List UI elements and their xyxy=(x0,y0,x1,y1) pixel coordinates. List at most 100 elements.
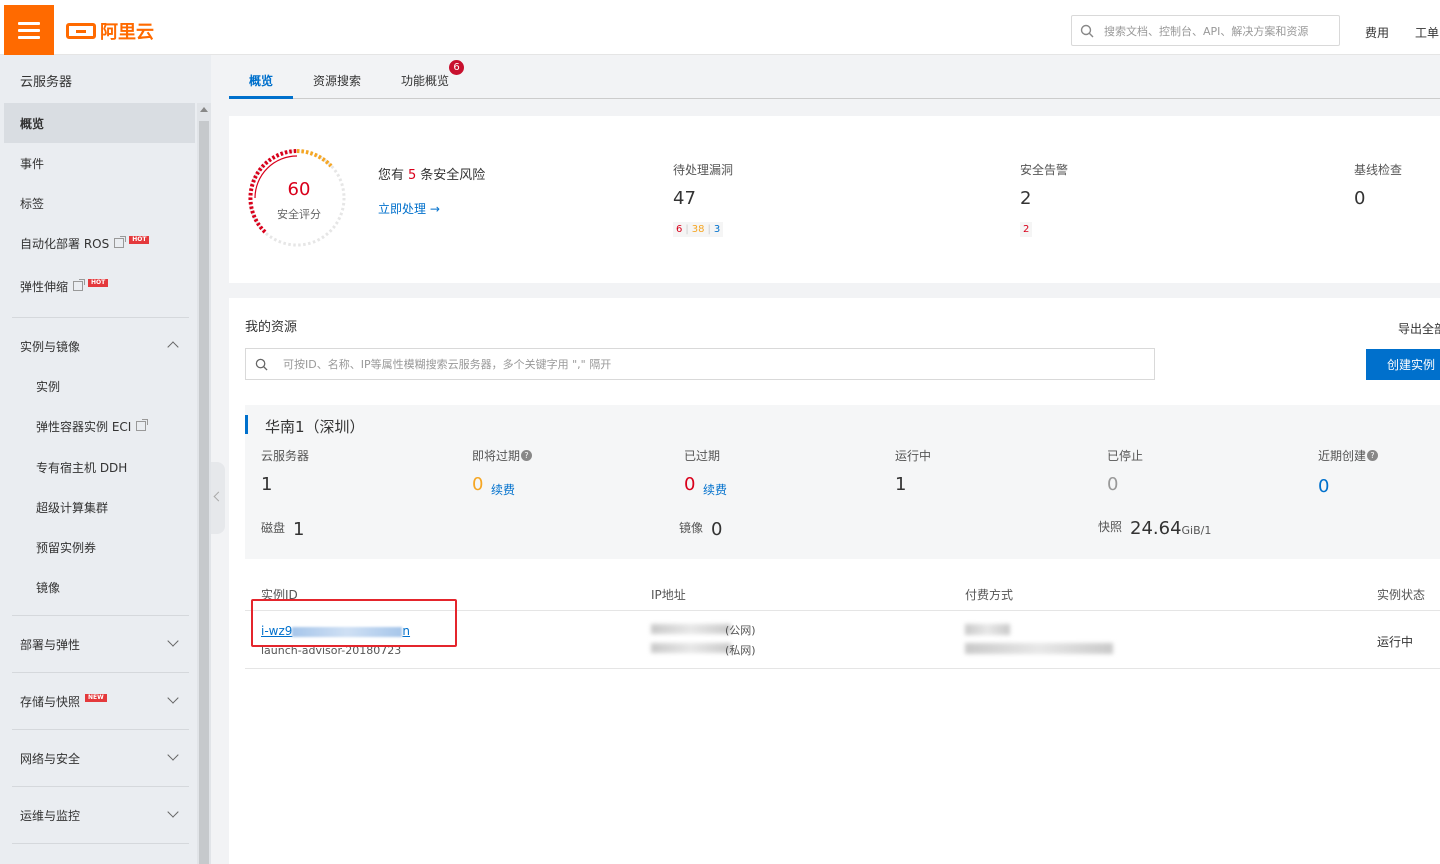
vuln-value[interactable]: 47 xyxy=(673,188,696,209)
hamburger-menu-icon[interactable] xyxy=(4,5,54,55)
sidebar-item-tags[interactable]: 标签 xyxy=(4,183,195,223)
sidebar-item-reserved[interactable]: 预留实例券 xyxy=(4,527,195,567)
sidebar-item-label: 专有宿主机 DDH xyxy=(36,460,128,475)
sidebar-item-autoscaling[interactable]: 弹性伸缩 HOT xyxy=(4,266,195,306)
sidebar-item-label: 事件 xyxy=(20,156,45,171)
sidebar-group-label: 运维与监控 xyxy=(20,808,81,823)
sidebar-scrollbar[interactable] xyxy=(197,103,211,864)
sidebar-item-events[interactable]: 事件 xyxy=(4,143,195,183)
risk-prefix: 您有 xyxy=(378,168,405,183)
sidebar-item-label: 预留实例券 xyxy=(36,540,97,555)
chevron-down-icon xyxy=(167,749,179,761)
active-tab-indicator xyxy=(229,96,293,99)
stopped-count[interactable]: 0 xyxy=(1107,474,1118,495)
vuln-label: 待处理漏洞 xyxy=(673,163,734,177)
new-badge: NEW xyxy=(85,694,107,702)
sidebar-item-supercomputing[interactable]: 超级计算集群 xyxy=(4,487,195,527)
sidebar-group-label: 部署与弹性 xyxy=(20,637,81,652)
alert-high[interactable]: 2 xyxy=(1023,224,1029,235)
handle-now-label: 立即处理 xyxy=(378,202,427,216)
expired-label: 已过期 xyxy=(684,449,721,463)
col-ip-address: IP地址 xyxy=(651,588,686,602)
sidebar-group-instances[interactable]: 实例与镜像 xyxy=(4,326,195,366)
running-count[interactable]: 1 xyxy=(895,474,906,495)
sidebar-group-deploy[interactable]: 部署与弹性 xyxy=(4,624,195,664)
expiring-label: 即将过期 xyxy=(472,449,521,463)
stopped-label: 已停止 xyxy=(1107,449,1144,463)
aliyun-logo[interactable]: 阿里云 xyxy=(66,18,154,44)
alert-value[interactable]: 2 xyxy=(1020,188,1031,209)
servers-count[interactable]: 1 xyxy=(261,474,272,495)
recent-count[interactable]: 0 xyxy=(1318,476,1329,497)
renew-expiring-link[interactable]: 续费 xyxy=(491,481,515,498)
sidebar-group-network[interactable]: 网络与安全 xyxy=(4,738,195,778)
private-ip-suffix: (私网) xyxy=(725,644,756,657)
external-link-icon xyxy=(136,419,149,431)
sidebar-item-instance[interactable]: 实例 xyxy=(4,366,195,406)
sidebar-item-images[interactable]: 镜像 xyxy=(4,567,195,607)
vuln-low[interactable]: 3 xyxy=(714,224,720,235)
sidebar-item-label: 超级计算集群 xyxy=(36,500,109,515)
alert-label: 安全告警 xyxy=(1020,163,1069,177)
region-accent-bar xyxy=(245,415,248,434)
top-link-ticket[interactable]: 工单 xyxy=(1415,24,1439,41)
sidebar-item-ddh[interactable]: 专有宿主机 DDH xyxy=(4,447,195,487)
sidebar-item-eci[interactable]: 弹性容器实例 ECI xyxy=(4,406,195,446)
snapshot-unit: GiB/1 xyxy=(1181,524,1212,537)
resources-panel: 我的资源 导出全部 可按ID、名称、IP等属性模糊搜索云服务器，多个关键字用 "… xyxy=(229,298,1440,864)
external-link-icon xyxy=(114,236,127,248)
sidebar-group-label: 实例与镜像 xyxy=(20,339,81,354)
sidebar-group-storage[interactable]: 存储与快照 NEW xyxy=(4,681,195,721)
chevron-up-icon xyxy=(167,341,179,353)
sidebar-collapse-handle[interactable] xyxy=(211,462,225,534)
vuln-medium[interactable]: 38 xyxy=(692,224,705,235)
image-label: 镜像 xyxy=(679,521,704,535)
sidebar-divider xyxy=(12,615,189,616)
chevron-down-icon xyxy=(167,806,179,818)
tab-overview[interactable]: 概览 xyxy=(249,72,273,89)
recent-label-group: 近期创建? xyxy=(1318,447,1379,464)
expiring-count[interactable]: 0 xyxy=(472,474,483,495)
vuln-breakdown: 6 | 38 | 3 xyxy=(673,222,724,237)
sidebar-item-ros[interactable]: 自动化部署 ROS HOT xyxy=(4,223,195,263)
scrollbar-thumb[interactable] xyxy=(199,121,209,864)
region-title: 华南1（深圳） xyxy=(265,418,365,436)
baseline-value[interactable]: 0 xyxy=(1354,188,1365,209)
renew-expired-link[interactable]: 续费 xyxy=(703,481,727,498)
recent-label: 近期创建 xyxy=(1318,449,1367,463)
external-link-icon xyxy=(73,279,86,291)
redacted-private-ip xyxy=(651,643,731,653)
sidebar-group-label: 存储与快照 xyxy=(20,694,81,709)
vuln-high[interactable]: 6 xyxy=(676,224,682,235)
chevron-down-icon xyxy=(167,692,179,704)
risk-suffix: 条安全风险 xyxy=(420,168,486,183)
disk-label: 磁盘 xyxy=(261,521,286,535)
baseline-label: 基线检查 xyxy=(1354,163,1403,177)
security-score: 60 xyxy=(287,179,311,200)
snapshot-value[interactable]: 24.64GiB/1 xyxy=(1130,518,1211,539)
top-link-billing[interactable]: 费用 xyxy=(1365,24,1389,41)
sidebar-item-label: 弹性伸缩 xyxy=(20,279,69,294)
sidebar-item-label: 标签 xyxy=(20,196,45,211)
tab-feature-overview[interactable]: 功能概览 xyxy=(401,72,449,89)
tab-resource-search[interactable]: 资源搜索 xyxy=(313,72,361,89)
disk-count[interactable]: 1 xyxy=(293,519,304,540)
sidebar-group-ops[interactable]: 运维与监控 xyxy=(4,795,195,835)
search-icon xyxy=(255,358,268,371)
image-count[interactable]: 0 xyxy=(711,519,722,540)
export-all-link[interactable]: 导出全部 xyxy=(1398,320,1440,337)
create-instance-button[interactable]: 创建实例 xyxy=(1366,349,1440,380)
search-placeholder: 搜索文档、控制台、API、解决方案和资源 xyxy=(1104,24,1309,38)
sidebar-divider xyxy=(12,672,189,673)
sidebar-divider xyxy=(12,317,189,318)
expired-count[interactable]: 0 xyxy=(684,474,695,495)
handle-now-link[interactable]: 立即处理 → xyxy=(378,200,440,217)
global-search-input[interactable]: 搜索文档、控制台、API、解决方案和资源 xyxy=(1071,15,1340,46)
top-bar: 阿里云 搜索文档、控制台、API、解决方案和资源 费用 工单 xyxy=(0,0,1440,55)
help-icon[interactable]: ? xyxy=(1367,450,1379,461)
scroll-up-arrow-icon[interactable] xyxy=(200,107,208,112)
security-panel: 60 安全评分 您有 5 条安全风险 立即处理 → 待处理漏洞 47 6 | 38 | … xyxy=(229,116,1440,283)
sidebar-item-overview[interactable]: 概览 xyxy=(4,103,195,143)
help-icon[interactable]: ? xyxy=(521,450,533,461)
resource-search-input[interactable]: 可按ID、名称、IP等属性模糊搜索云服务器，多个关键字用 "," 隔开 xyxy=(245,348,1155,380)
